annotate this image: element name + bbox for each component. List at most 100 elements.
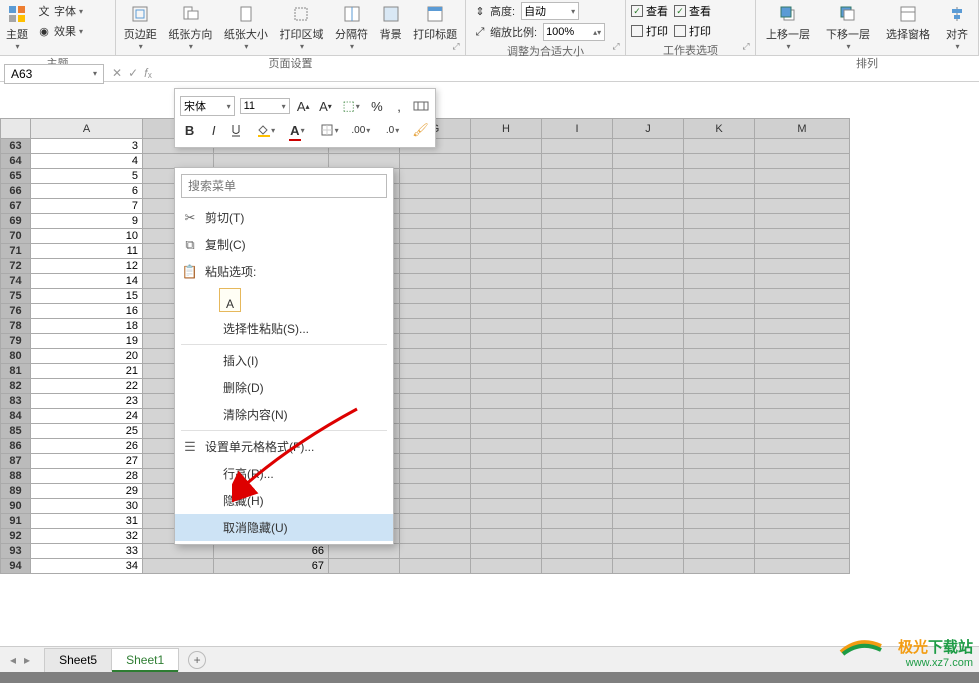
cell[interactable] [400, 559, 471, 574]
orientation-button[interactable]: 纸张方向▾ [166, 2, 214, 53]
background-button[interactable]: 背景 [378, 2, 404, 44]
cell[interactable] [542, 499, 613, 514]
cell[interactable] [613, 184, 684, 199]
cell[interactable] [684, 469, 755, 484]
cell[interactable] [684, 529, 755, 544]
cell[interactable] [755, 199, 850, 214]
cell[interactable]: 22 [31, 379, 143, 394]
select-all-corner[interactable] [1, 119, 31, 139]
cell[interactable] [755, 319, 850, 334]
col-header-K[interactable]: K [684, 119, 755, 139]
cell[interactable]: 26 [31, 439, 143, 454]
row-header-90[interactable]: 90 [1, 499, 31, 514]
cell[interactable] [684, 349, 755, 364]
spreadsheet-grid[interactable]: AGHIJKM633644655666677699701071117212741… [0, 118, 979, 646]
cell[interactable] [684, 379, 755, 394]
row-header-81[interactable]: 81 [1, 364, 31, 379]
cell[interactable] [613, 169, 684, 184]
cell[interactable] [400, 349, 471, 364]
cell[interactable] [684, 154, 755, 169]
cell[interactable] [613, 379, 684, 394]
scale-combo[interactable]: ▴▾ [543, 23, 605, 41]
cell[interactable] [400, 169, 471, 184]
cell[interactable] [471, 529, 542, 544]
cell[interactable] [471, 139, 542, 154]
cell[interactable] [684, 319, 755, 334]
row-header-76[interactable]: 76 [1, 304, 31, 319]
cell[interactable] [684, 454, 755, 469]
cell[interactable] [542, 454, 613, 469]
cell[interactable] [542, 544, 613, 559]
cell[interactable] [143, 544, 214, 559]
row-header-74[interactable]: 74 [1, 274, 31, 289]
context-delete[interactable]: 删除(D) [175, 374, 393, 401]
cell[interactable] [613, 469, 684, 484]
cell[interactable]: 20 [31, 349, 143, 364]
borders-button[interactable]: ▾ [316, 120, 343, 140]
cell[interactable]: 19 [31, 334, 143, 349]
height-input[interactable] [522, 5, 567, 17]
cell[interactable] [755, 289, 850, 304]
cell[interactable] [684, 439, 755, 454]
row-header-86[interactable]: 86 [1, 439, 31, 454]
bring-forward-button[interactable]: 上移一层▾ [764, 2, 812, 53]
cell[interactable] [755, 529, 850, 544]
cell[interactable] [613, 394, 684, 409]
bold-button[interactable]: B [180, 120, 199, 140]
cell[interactable]: 11 [31, 244, 143, 259]
cell[interactable]: 18 [31, 319, 143, 334]
cell[interactable] [542, 484, 613, 499]
cell[interactable] [755, 154, 850, 169]
increase-decimal-button[interactable]: .0▾ [379, 120, 406, 140]
row-header-64[interactable]: 64 [1, 154, 31, 169]
cell[interactable] [471, 304, 542, 319]
gridlines-view-check[interactable]: ✓查看 [630, 2, 669, 20]
cell[interactable]: 21 [31, 364, 143, 379]
cell[interactable] [684, 334, 755, 349]
cell[interactable] [613, 364, 684, 379]
cell[interactable]: 23 [31, 394, 143, 409]
cell[interactable] [542, 274, 613, 289]
sheet-nav-next[interactable]: ▸ [20, 653, 34, 667]
cell[interactable] [755, 544, 850, 559]
cell[interactable] [613, 304, 684, 319]
cell[interactable] [755, 349, 850, 364]
cell[interactable] [613, 289, 684, 304]
cell[interactable] [471, 544, 542, 559]
cell[interactable] [471, 424, 542, 439]
cell[interactable] [684, 214, 755, 229]
cell[interactable]: 15 [31, 289, 143, 304]
cell[interactable]: 33 [31, 544, 143, 559]
row-header-69[interactable]: 69 [1, 214, 31, 229]
cell[interactable] [755, 364, 850, 379]
cell[interactable] [400, 514, 471, 529]
cell[interactable]: 66 [214, 544, 329, 559]
row-header-84[interactable]: 84 [1, 409, 31, 424]
cell[interactable] [542, 439, 613, 454]
paste-values-button[interactable]: A [219, 288, 241, 312]
cell[interactable] [400, 409, 471, 424]
cell[interactable] [471, 259, 542, 274]
decrease-font-button[interactable]: A▾ [317, 96, 334, 116]
cell[interactable] [471, 394, 542, 409]
cell[interactable] [400, 214, 471, 229]
cell[interactable] [613, 154, 684, 169]
cell[interactable] [542, 259, 613, 274]
cell[interactable] [471, 499, 542, 514]
cell[interactable] [755, 304, 850, 319]
cell[interactable] [684, 259, 755, 274]
cell[interactable] [684, 229, 755, 244]
cell[interactable] [542, 169, 613, 184]
cell[interactable]: 29 [31, 484, 143, 499]
cell[interactable]: 12 [31, 259, 143, 274]
cell[interactable] [471, 214, 542, 229]
print-area-button[interactable]: 打印区域▾ [277, 2, 325, 53]
cell[interactable] [542, 424, 613, 439]
cell[interactable] [400, 199, 471, 214]
cell[interactable] [542, 289, 613, 304]
col-header-I[interactable]: I [542, 119, 613, 139]
size-button[interactable]: 纸张大小▾ [222, 2, 270, 53]
cell[interactable]: 31 [31, 514, 143, 529]
cell[interactable] [755, 484, 850, 499]
sheet-tab-Sheet1[interactable]: Sheet1 [111, 648, 179, 672]
